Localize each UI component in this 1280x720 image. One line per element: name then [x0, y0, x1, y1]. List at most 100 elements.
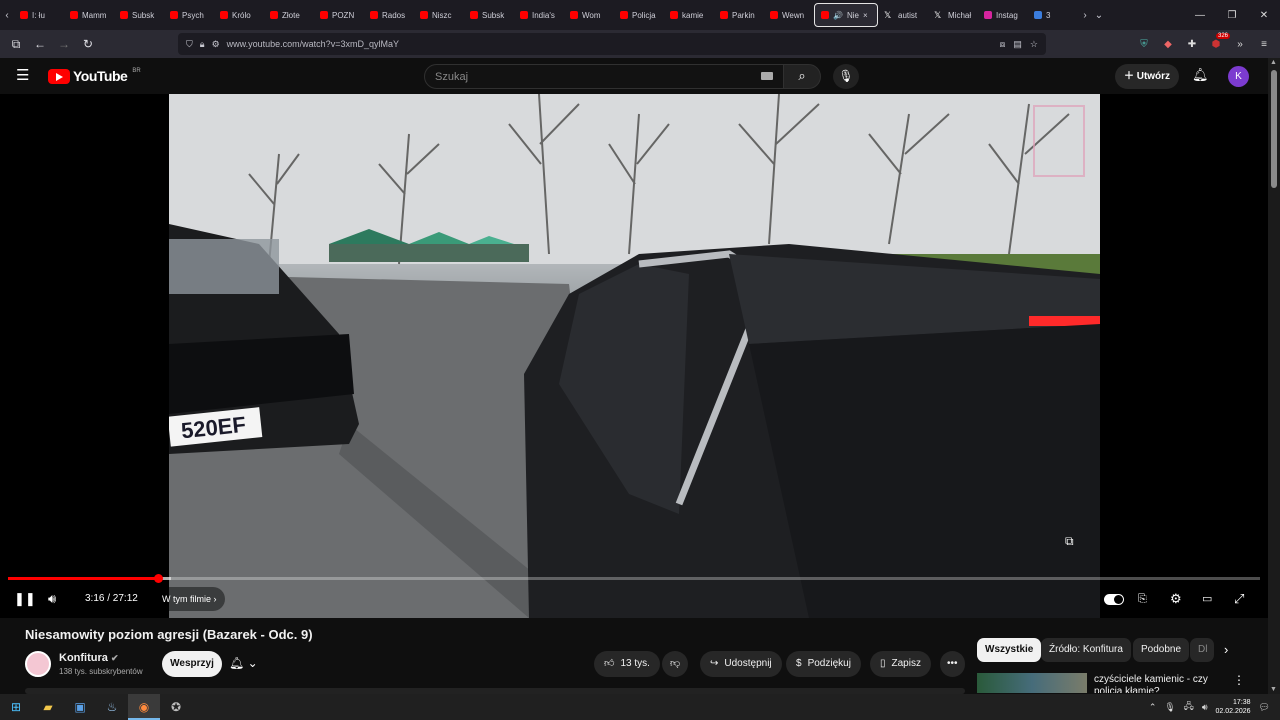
- lock-icon[interactable]: 🔒︎: [200, 39, 205, 50]
- autoplay-toggle[interactable]: [1104, 594, 1124, 605]
- browser-tab-3[interactable]: Psych: [164, 3, 214, 27]
- voice-search-button[interactable]: 🎙︎: [833, 64, 859, 89]
- chip-all[interactable]: Wszystkie: [977, 638, 1042, 662]
- recommendation-thumbnail[interactable]: [977, 673, 1087, 693]
- browser-tab-7[interactable]: Rados: [364, 3, 414, 27]
- create-button[interactable]: ＋ Utwórz: [1115, 64, 1179, 89]
- channel-name-link[interactable]: Konfitura ✔: [59, 652, 119, 664]
- browser-tab-15[interactable]: Wewn: [764, 3, 814, 27]
- channel-avatar[interactable]: [25, 651, 51, 677]
- browser-tab-12[interactable]: Policja: [614, 3, 664, 27]
- hamburger-menu-icon[interactable]: ☰: [16, 68, 29, 84]
- app-menu-icon[interactable]: ≡: [1256, 39, 1272, 50]
- settings-gear-icon[interactable]: ⚙: [1170, 590, 1182, 608]
- microphone-tray-icon[interactable]: 🎙︎: [1164, 702, 1175, 713]
- scrollbar-thumb[interactable]: [1271, 70, 1277, 188]
- speaker-icon[interactable]: 🔊: [833, 11, 843, 20]
- extensions-puzzle-icon[interactable]: ✚: [1184, 39, 1200, 50]
- scroll-down-icon[interactable]: ▼: [1270, 686, 1277, 693]
- keyboard-icon[interactable]: [761, 72, 773, 80]
- chip-similar[interactable]: Podobne: [1133, 638, 1190, 662]
- video-frame[interactable]: 520EF: [169, 94, 1100, 618]
- firefox-icon[interactable]: ◉: [128, 694, 160, 720]
- browser-extra-tab-3[interactable]: 3: [1028, 3, 1078, 27]
- fullscreen-icon[interactable]: ⤢: [1234, 590, 1244, 608]
- pause-icon[interactable]: ❚❚: [14, 590, 36, 608]
- tab-scroll-left-icon[interactable]: ‹: [0, 10, 14, 21]
- youtube-logo[interactable]: YouTube BR: [48, 68, 141, 84]
- recommendation-more-icon[interactable]: ⋮: [1233, 673, 1245, 687]
- browser-tab-9[interactable]: Subsk: [464, 3, 514, 27]
- browser-tab-11[interactable]: Wom: [564, 3, 614, 27]
- active-tab[interactable]: 🔊 Nie ×: [814, 3, 878, 27]
- permissions-icon[interactable]: ⚙: [212, 39, 220, 50]
- start-windows-icon[interactable]: ⊞: [0, 694, 32, 720]
- search-input[interactable]: Szukaj: [424, 64, 784, 89]
- overflow-chevron-icon[interactable]: »: [1232, 39, 1248, 50]
- browser-tab-4[interactable]: Królo: [214, 3, 264, 27]
- dislike-button[interactable]: 👎︎: [662, 651, 689, 677]
- thanks-button[interactable]: $ Podziękuj: [786, 651, 861, 677]
- url-bar[interactable]: ⛉ 🔒︎ ⚙ www.youtube.com/watch?v=3xmD_qylM…: [178, 33, 1046, 55]
- file-explorer-icon[interactable]: ▰: [32, 694, 64, 720]
- tray-chevron-icon[interactable]: ⌃: [1149, 702, 1157, 713]
- chip-more[interactable]: Dl: [1190, 638, 1214, 662]
- browser-tab-2[interactable]: Subsk: [114, 3, 164, 27]
- chapter-button[interactable]: W tym filmie ›: [154, 587, 225, 611]
- minimize-icon[interactable]: —: [1184, 10, 1216, 21]
- tab-close-icon[interactable]: ×: [863, 11, 868, 20]
- browser-tab-13[interactable]: kamie: [664, 3, 714, 27]
- progress-scrubber[interactable]: [154, 574, 164, 583]
- steam-icon[interactable]: ♨: [96, 694, 128, 720]
- support-button[interactable]: Wesprzyj: [162, 651, 222, 677]
- browser-tab-0[interactable]: I: łu: [14, 3, 64, 27]
- browser-extra-tab-0[interactable]: 𝕏autist: [878, 3, 928, 27]
- search-button[interactable]: ⌕: [783, 64, 821, 89]
- subscription-bell-icon[interactable]: 🔔︎ ⌄: [229, 656, 258, 670]
- close-window-icon[interactable]: ✕: [1248, 10, 1280, 21]
- more-actions-button[interactable]: •••: [940, 651, 965, 677]
- recommendation-title[interactable]: czyściciele kamienic - czy policja kłami…: [1094, 674, 1224, 693]
- speaker-tray-icon[interactable]: 🔊︎: [1202, 702, 1208, 713]
- restore-icon[interactable]: ❐: [1216, 10, 1248, 21]
- ublock-icon[interactable]: ⬢ 326: [1208, 32, 1230, 50]
- network-icon[interactable]: 🖧: [1184, 699, 1194, 715]
- shield-extension-icon[interactable]: ⛨: [1136, 39, 1152, 50]
- progress-bar[interactable]: [8, 574, 1260, 583]
- remote-desktop-icon[interactable]: ▣: [64, 694, 96, 720]
- sidebar-toggle-icon[interactable]: ⧉: [4, 37, 28, 52]
- notifications-icon[interactable]: 💬︎: [1259, 702, 1270, 713]
- page-scrollbar[interactable]: ▲ ▼: [1268, 58, 1280, 694]
- back-icon[interactable]: ←: [28, 37, 52, 51]
- browser-tab-14[interactable]: Parkin: [714, 3, 764, 27]
- fox-extension-icon[interactable]: ◆: [1160, 39, 1176, 50]
- reader-view-icon[interactable]: ▤: [1013, 39, 1022, 50]
- tab-scroll-right-icon[interactable]: ›: [1078, 10, 1092, 21]
- miniplayer-icon[interactable]: ⧉: [1065, 534, 1074, 549]
- browser-tab-10[interactable]: India's: [514, 3, 564, 27]
- share-button[interactable]: ↪ Udostępnij: [700, 651, 782, 677]
- reload-icon[interactable]: ↻: [76, 37, 100, 51]
- browser-tab-5[interactable]: Złote: [264, 3, 314, 27]
- volume-icon[interactable]: 🔊︎: [48, 590, 56, 608]
- scroll-up-icon[interactable]: ▲: [1270, 59, 1277, 66]
- url-text[interactable]: www.youtube.com/watch?v=3xmD_qylMaY: [227, 39, 399, 49]
- theater-mode-icon[interactable]: ▭: [1202, 590, 1212, 608]
- forward-icon[interactable]: →: [52, 37, 76, 51]
- chip-source[interactable]: Źródło: Konfitura: [1041, 638, 1131, 662]
- clock[interactable]: 17:38 02.02.2026: [1216, 698, 1251, 716]
- notifications-bell-icon[interactable]: 🔔︎: [1192, 67, 1209, 83]
- bookmark-star-icon[interactable]: ☆: [1030, 39, 1038, 50]
- video-player[interactable]: 520EF ⧉ ❚❚ 🔊︎ 3:16 / 27:12 W tym filmie …: [0, 94, 1268, 618]
- save-button[interactable]: ▯ Zapisz: [870, 651, 931, 677]
- account-avatar[interactable]: K: [1228, 66, 1249, 87]
- tracking-shield-icon[interactable]: ⛉: [186, 39, 193, 50]
- subtitles-icon[interactable]: ⎘: [1138, 590, 1147, 608]
- browser-extra-tab-1[interactable]: 𝕏 Michał: [928, 3, 978, 27]
- browser-extra-tab-2[interactable]: Instag: [978, 3, 1028, 27]
- chips-next-icon[interactable]: ›: [1224, 642, 1228, 657]
- browser-tab-1[interactable]: Mamm: [64, 3, 114, 27]
- browser-tab-8[interactable]: Niszc: [414, 3, 464, 27]
- app-icon[interactable]: ✪: [160, 694, 192, 720]
- tab-list-dropdown-icon[interactable]: ⌄: [1092, 10, 1106, 21]
